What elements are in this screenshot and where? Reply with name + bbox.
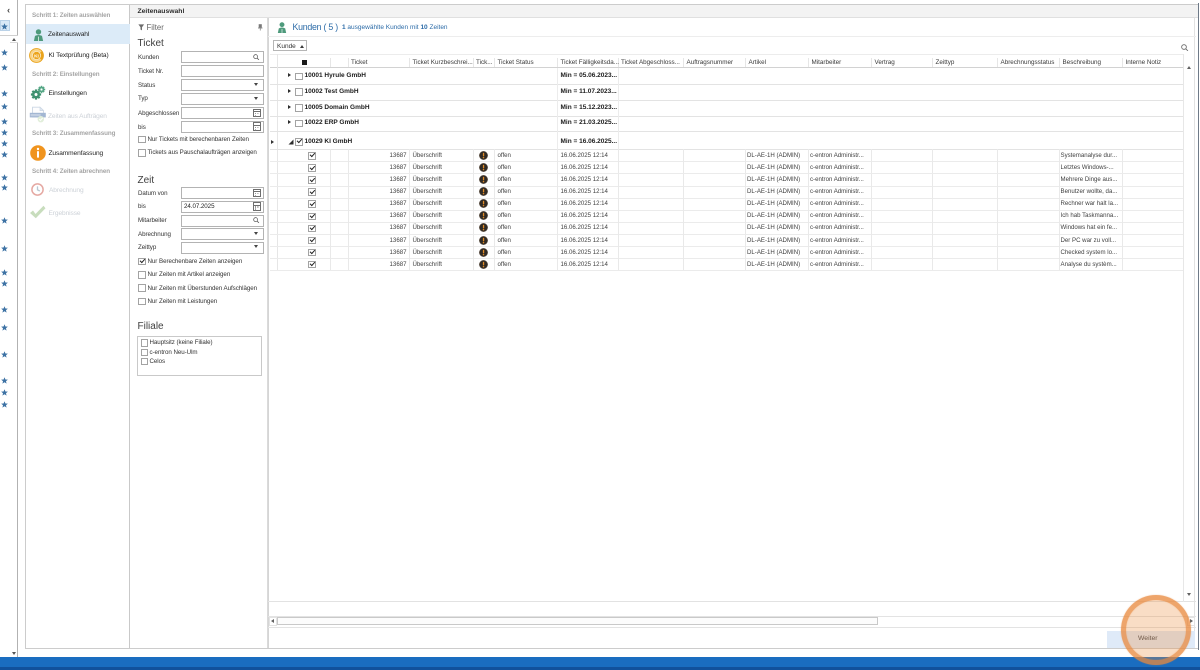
svg-text:KI: KI (34, 53, 39, 59)
